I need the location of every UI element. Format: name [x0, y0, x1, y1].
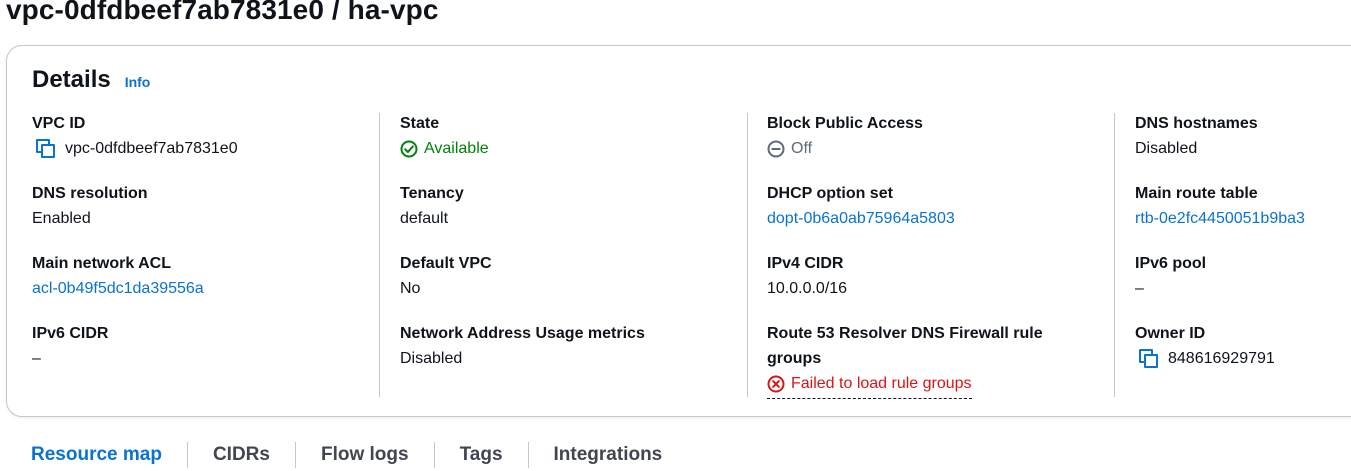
field-value: 10.0.0.0/16: [767, 280, 848, 297]
field-ipv6-cidr: IPv6 CIDR –: [32, 321, 372, 391]
field-value: Off: [767, 136, 1107, 161]
field-dns-hostnames: DNS hostnames Disabled: [1135, 111, 1351, 181]
details-column-1: VPC ID vpc-0dfdbeef7ab7831e0 DNS resolut…: [32, 111, 372, 391]
info-link[interactable]: Info: [125, 74, 151, 90]
column-divider: [379, 113, 380, 397]
field-value: –: [1135, 280, 1144, 297]
tab-integrations[interactable]: Integrations: [529, 444, 688, 466]
field-label: DNS resolution: [32, 185, 148, 202]
tab-cidrs[interactable]: CIDRs: [188, 444, 295, 466]
field-value: Failed to load rule groups: [767, 371, 1107, 399]
details-header: Details Info: [32, 66, 150, 94]
block-public-access-status-text: Off: [791, 140, 813, 157]
details-column-3: Block Public Access Off DHCP option set …: [767, 111, 1107, 399]
field-value: Disabled: [1135, 140, 1198, 157]
field-value: –: [32, 350, 41, 367]
column-divider: [1114, 113, 1115, 397]
field-label: Route 53 Resolver DNS Firewall rule: [767, 325, 1043, 342]
tab-flow-logs[interactable]: Flow logs: [296, 444, 434, 466]
field-label: Main route table: [1135, 185, 1258, 202]
tabs-bar: Resource map CIDRs Flow logs Tags Integr…: [25, 440, 687, 470]
field-tenancy: Tenancy default: [400, 181, 740, 251]
tab-resource-map[interactable]: Resource map: [25, 444, 187, 466]
field-ipv4-cidr: IPv4 CIDR 10.0.0.0/16: [767, 251, 1107, 321]
field-ipv6-pool: IPv6 pool –: [1135, 251, 1351, 321]
field-block-public-access: Block Public Access Off: [767, 111, 1107, 181]
field-value: acl-0b49f5dc1da39556a: [32, 276, 372, 301]
dhcp-option-set-link[interactable]: dopt-0b6a0ab75964a5803: [767, 206, 955, 231]
field-label: Main network ACL: [32, 255, 171, 272]
error-circle-icon: [767, 375, 785, 392]
field-label: Block Public Access: [767, 115, 923, 132]
field-value: No: [400, 280, 421, 297]
details-column-2: State Available Tenancy default Default …: [400, 111, 740, 391]
field-label: DHCP option set: [767, 185, 893, 202]
column-divider: [747, 113, 748, 397]
field-value: Available: [400, 136, 740, 161]
field-network-address-usage-metrics: Network Address Usage metrics Disabled: [400, 321, 740, 391]
field-route53-resolver-dns-firewall: Route 53 Resolver DNS Firewall rule grou…: [767, 321, 1107, 399]
field-value: Enabled: [32, 210, 91, 227]
field-value: rtb-0e2fc4450051b9ba3: [1135, 206, 1351, 231]
field-value: Disabled: [400, 350, 463, 367]
field-label: Tenancy: [400, 185, 464, 202]
main-route-table-link[interactable]: rtb-0e2fc4450051b9ba3: [1135, 206, 1305, 231]
details-column-4: DNS hostnames Disabled Main route table …: [1135, 111, 1351, 391]
field-label: IPv6 CIDR: [32, 325, 109, 342]
vpc-id-value: vpc-0dfdbeef7ab7831e0: [65, 140, 238, 157]
minus-circle-icon: [767, 140, 785, 157]
failed-rule-groups-text: Failed to load rule groups: [791, 375, 972, 392]
check-circle-icon: [400, 140, 418, 157]
main-network-acl-link[interactable]: acl-0b49f5dc1da39556a: [32, 276, 204, 301]
field-label: Default VPC: [400, 255, 492, 272]
field-label: State: [400, 115, 440, 132]
field-owner-id: Owner ID 848616929791: [1135, 321, 1351, 391]
field-label: Network Address Usage metrics: [400, 325, 645, 342]
field-label-continued: groups: [767, 350, 822, 367]
page-title: vpc-0dfdbeef7ab7831e0 / ha-vpc: [6, 0, 439, 25]
field-default-vpc: Default VPC No: [400, 251, 740, 321]
field-value: default: [400, 210, 449, 227]
owner-id-value: 848616929791: [1168, 350, 1275, 367]
field-vpc-id: VPC ID vpc-0dfdbeef7ab7831e0: [32, 111, 372, 181]
field-label: IPv4 CIDR: [767, 255, 844, 272]
field-label: Owner ID: [1135, 325, 1206, 342]
copy-icon[interactable]: [1137, 348, 1159, 369]
field-state: State Available: [400, 111, 740, 181]
field-main-route-table: Main route table rtb-0e2fc4450051b9ba3: [1135, 181, 1351, 251]
state-status-text: Available: [424, 140, 489, 157]
field-value: dopt-0b6a0ab75964a5803: [767, 206, 1107, 231]
field-dhcp-option-set: DHCP option set dopt-0b6a0ab75964a5803: [767, 181, 1107, 251]
field-main-network-acl: Main network ACL acl-0b49f5dc1da39556a: [32, 251, 372, 321]
details-title: Details: [32, 66, 111, 93]
field-label: DNS hostnames: [1135, 115, 1258, 132]
copy-icon[interactable]: [34, 138, 56, 159]
details-panel: Details Info VPC ID vpc-0dfdbeef7ab7831e…: [6, 45, 1351, 417]
field-dns-resolution: DNS resolution Enabled: [32, 181, 372, 251]
tab-tags[interactable]: Tags: [435, 444, 528, 466]
field-value: 848616929791: [1135, 346, 1351, 371]
field-label: VPC ID: [32, 115, 86, 132]
failed-rule-groups-popover-trigger[interactable]: Failed to load rule groups: [767, 371, 972, 399]
field-value: vpc-0dfdbeef7ab7831e0: [32, 136, 372, 161]
field-label: IPv6 pool: [1135, 255, 1207, 272]
